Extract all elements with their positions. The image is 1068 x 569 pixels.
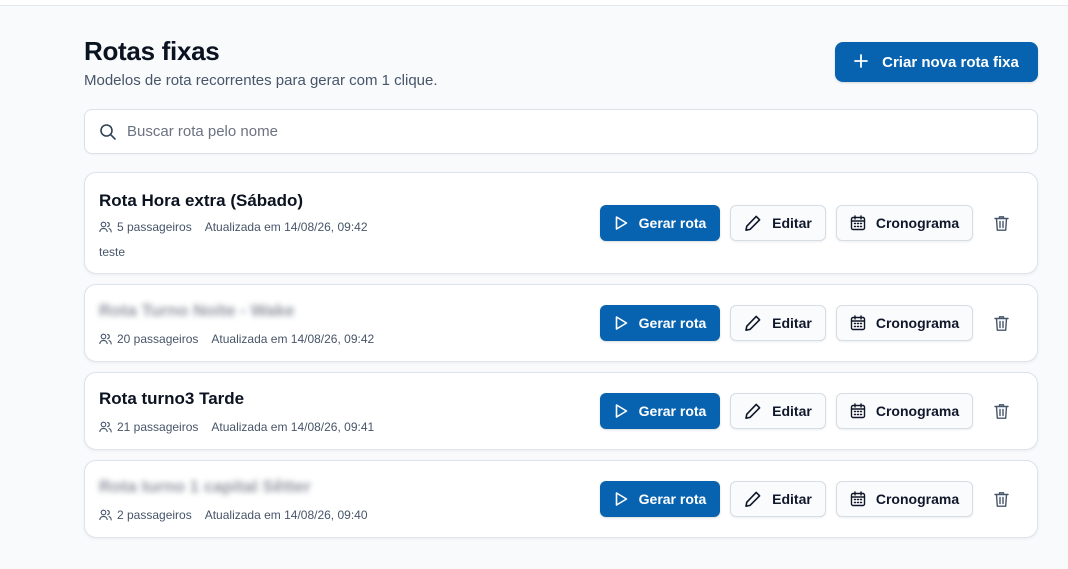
route-name: Rota Hora extra (Sábado) bbox=[99, 191, 304, 210]
generate-route-label: Gerar rota bbox=[638, 403, 707, 419]
page-subtitle: Modelos de rota recorrentes para gerar c… bbox=[84, 72, 438, 89]
route-updated-at: Atualizada em 14/08/26, 09:41 bbox=[211, 420, 375, 434]
route-meta: 21 passageiros Atualizada em 14/08/26, 0… bbox=[99, 420, 374, 434]
route-passenger-count: 21 passageiros bbox=[117, 420, 199, 434]
route-name: Rota turno 1 capital Sêtter bbox=[99, 477, 311, 496]
generate-route-button[interactable]: Gerar rota bbox=[600, 205, 720, 241]
delete-route-button[interactable] bbox=[983, 393, 1019, 429]
create-route-label: Criar nova rota fixa bbox=[882, 53, 1019, 71]
search-box bbox=[84, 109, 1038, 154]
route-card: Rota turno3 Tarde 21 passageiros Atualiz… bbox=[84, 372, 1038, 450]
users-icon bbox=[99, 421, 112, 433]
route-updated-at: Atualizada em 14/08/26, 09:40 bbox=[204, 508, 368, 522]
schedule-route-label: Cronograma bbox=[875, 315, 960, 331]
route-card: Rota Turno Noite - Wake 20 passageiros A… bbox=[84, 284, 1038, 362]
route-meta: 20 passageiros Atualizada em 14/08/26, 0… bbox=[99, 332, 374, 346]
route-card: Rota Hora extra (Sábado) 5 passageiros A… bbox=[84, 172, 1038, 274]
calendar-icon bbox=[850, 403, 866, 419]
route-note: teste bbox=[99, 245, 126, 259]
route-actions: Gerar rota Editar Cronograma bbox=[600, 393, 1019, 429]
edit-route-button[interactable]: Editar bbox=[730, 393, 826, 429]
top-bar bbox=[0, 0, 1068, 6]
schedule-route-button[interactable]: Cronograma bbox=[836, 205, 973, 241]
pencil-icon bbox=[744, 490, 762, 508]
trash-icon bbox=[993, 315, 1009, 332]
search-input[interactable] bbox=[127, 123, 927, 140]
generate-route-label: Gerar rota bbox=[638, 491, 707, 507]
generate-route-button[interactable]: Gerar rota bbox=[600, 393, 720, 429]
create-route-button[interactable]: Criar nova rota fixa bbox=[835, 42, 1038, 82]
edit-route-button[interactable]: Editar bbox=[730, 205, 826, 241]
delete-route-button[interactable] bbox=[983, 205, 1019, 241]
edit-route-button[interactable]: Editar bbox=[730, 305, 826, 341]
play-icon bbox=[614, 491, 629, 507]
edit-route-button[interactable]: Editar bbox=[730, 481, 826, 517]
route-actions: Gerar rota Editar Cronograma bbox=[600, 305, 1019, 341]
play-icon bbox=[614, 315, 629, 331]
schedule-route-button[interactable]: Cronograma bbox=[836, 393, 973, 429]
play-icon bbox=[614, 215, 629, 231]
route-passenger-count: 5 passageiros bbox=[117, 220, 192, 234]
calendar-icon bbox=[850, 491, 866, 507]
route-updated-at: Atualizada em 14/08/26, 09:42 bbox=[204, 220, 368, 234]
plus-icon bbox=[854, 54, 869, 68]
schedule-route-label: Cronograma bbox=[875, 491, 960, 507]
search-icon bbox=[99, 123, 117, 141]
schedule-route-label: Cronograma bbox=[875, 215, 960, 231]
calendar-icon bbox=[850, 315, 866, 331]
generate-route-label: Gerar rota bbox=[638, 315, 707, 331]
pencil-icon bbox=[744, 214, 762, 232]
pencil-icon bbox=[744, 402, 762, 420]
pencil-icon bbox=[744, 314, 762, 332]
route-actions: Gerar rota Editar Cronograma bbox=[600, 481, 1019, 517]
generate-route-label: Gerar rota bbox=[638, 215, 707, 231]
trash-icon bbox=[993, 491, 1009, 508]
users-icon bbox=[99, 333, 112, 345]
users-icon bbox=[99, 221, 112, 233]
delete-route-button[interactable] bbox=[983, 305, 1019, 341]
schedule-route-button[interactable]: Cronograma bbox=[836, 305, 973, 341]
generate-route-button[interactable]: Gerar rota bbox=[600, 305, 720, 341]
route-name: Rota turno3 Tarde bbox=[99, 389, 245, 408]
route-meta: 5 passageiros Atualizada em 14/08/26, 09… bbox=[99, 220, 368, 234]
edit-route-label: Editar bbox=[772, 403, 812, 419]
route-meta: 2 passageiros Atualizada em 14/08/26, 09… bbox=[99, 508, 368, 522]
route-card: Rota turno 1 capital Sêtter 2 passageiro… bbox=[84, 460, 1038, 538]
edit-route-label: Editar bbox=[772, 315, 812, 331]
route-passenger-count: 2 passageiros bbox=[117, 508, 192, 522]
delete-route-button[interactable] bbox=[983, 481, 1019, 517]
calendar-icon bbox=[850, 215, 866, 231]
page-header: Rotas fixas Modelos de rota recorrentes … bbox=[84, 36, 1038, 96]
route-passenger-count: 20 passageiros bbox=[117, 332, 199, 346]
route-actions: Gerar rota Editar Cronograma bbox=[600, 205, 1019, 241]
schedule-route-label: Cronograma bbox=[875, 403, 960, 419]
edit-route-label: Editar bbox=[772, 491, 812, 507]
edit-route-label: Editar bbox=[772, 215, 812, 231]
page-title: Rotas fixas bbox=[84, 36, 220, 66]
play-icon bbox=[614, 403, 629, 419]
generate-route-button[interactable]: Gerar rota bbox=[600, 481, 720, 517]
users-icon bbox=[99, 509, 112, 521]
route-name: Rota Turno Noite - Wake bbox=[99, 301, 295, 320]
schedule-route-button[interactable]: Cronograma bbox=[836, 481, 973, 517]
trash-icon bbox=[993, 215, 1009, 232]
trash-icon bbox=[993, 403, 1009, 420]
route-updated-at: Atualizada em 14/08/26, 09:42 bbox=[211, 332, 375, 346]
